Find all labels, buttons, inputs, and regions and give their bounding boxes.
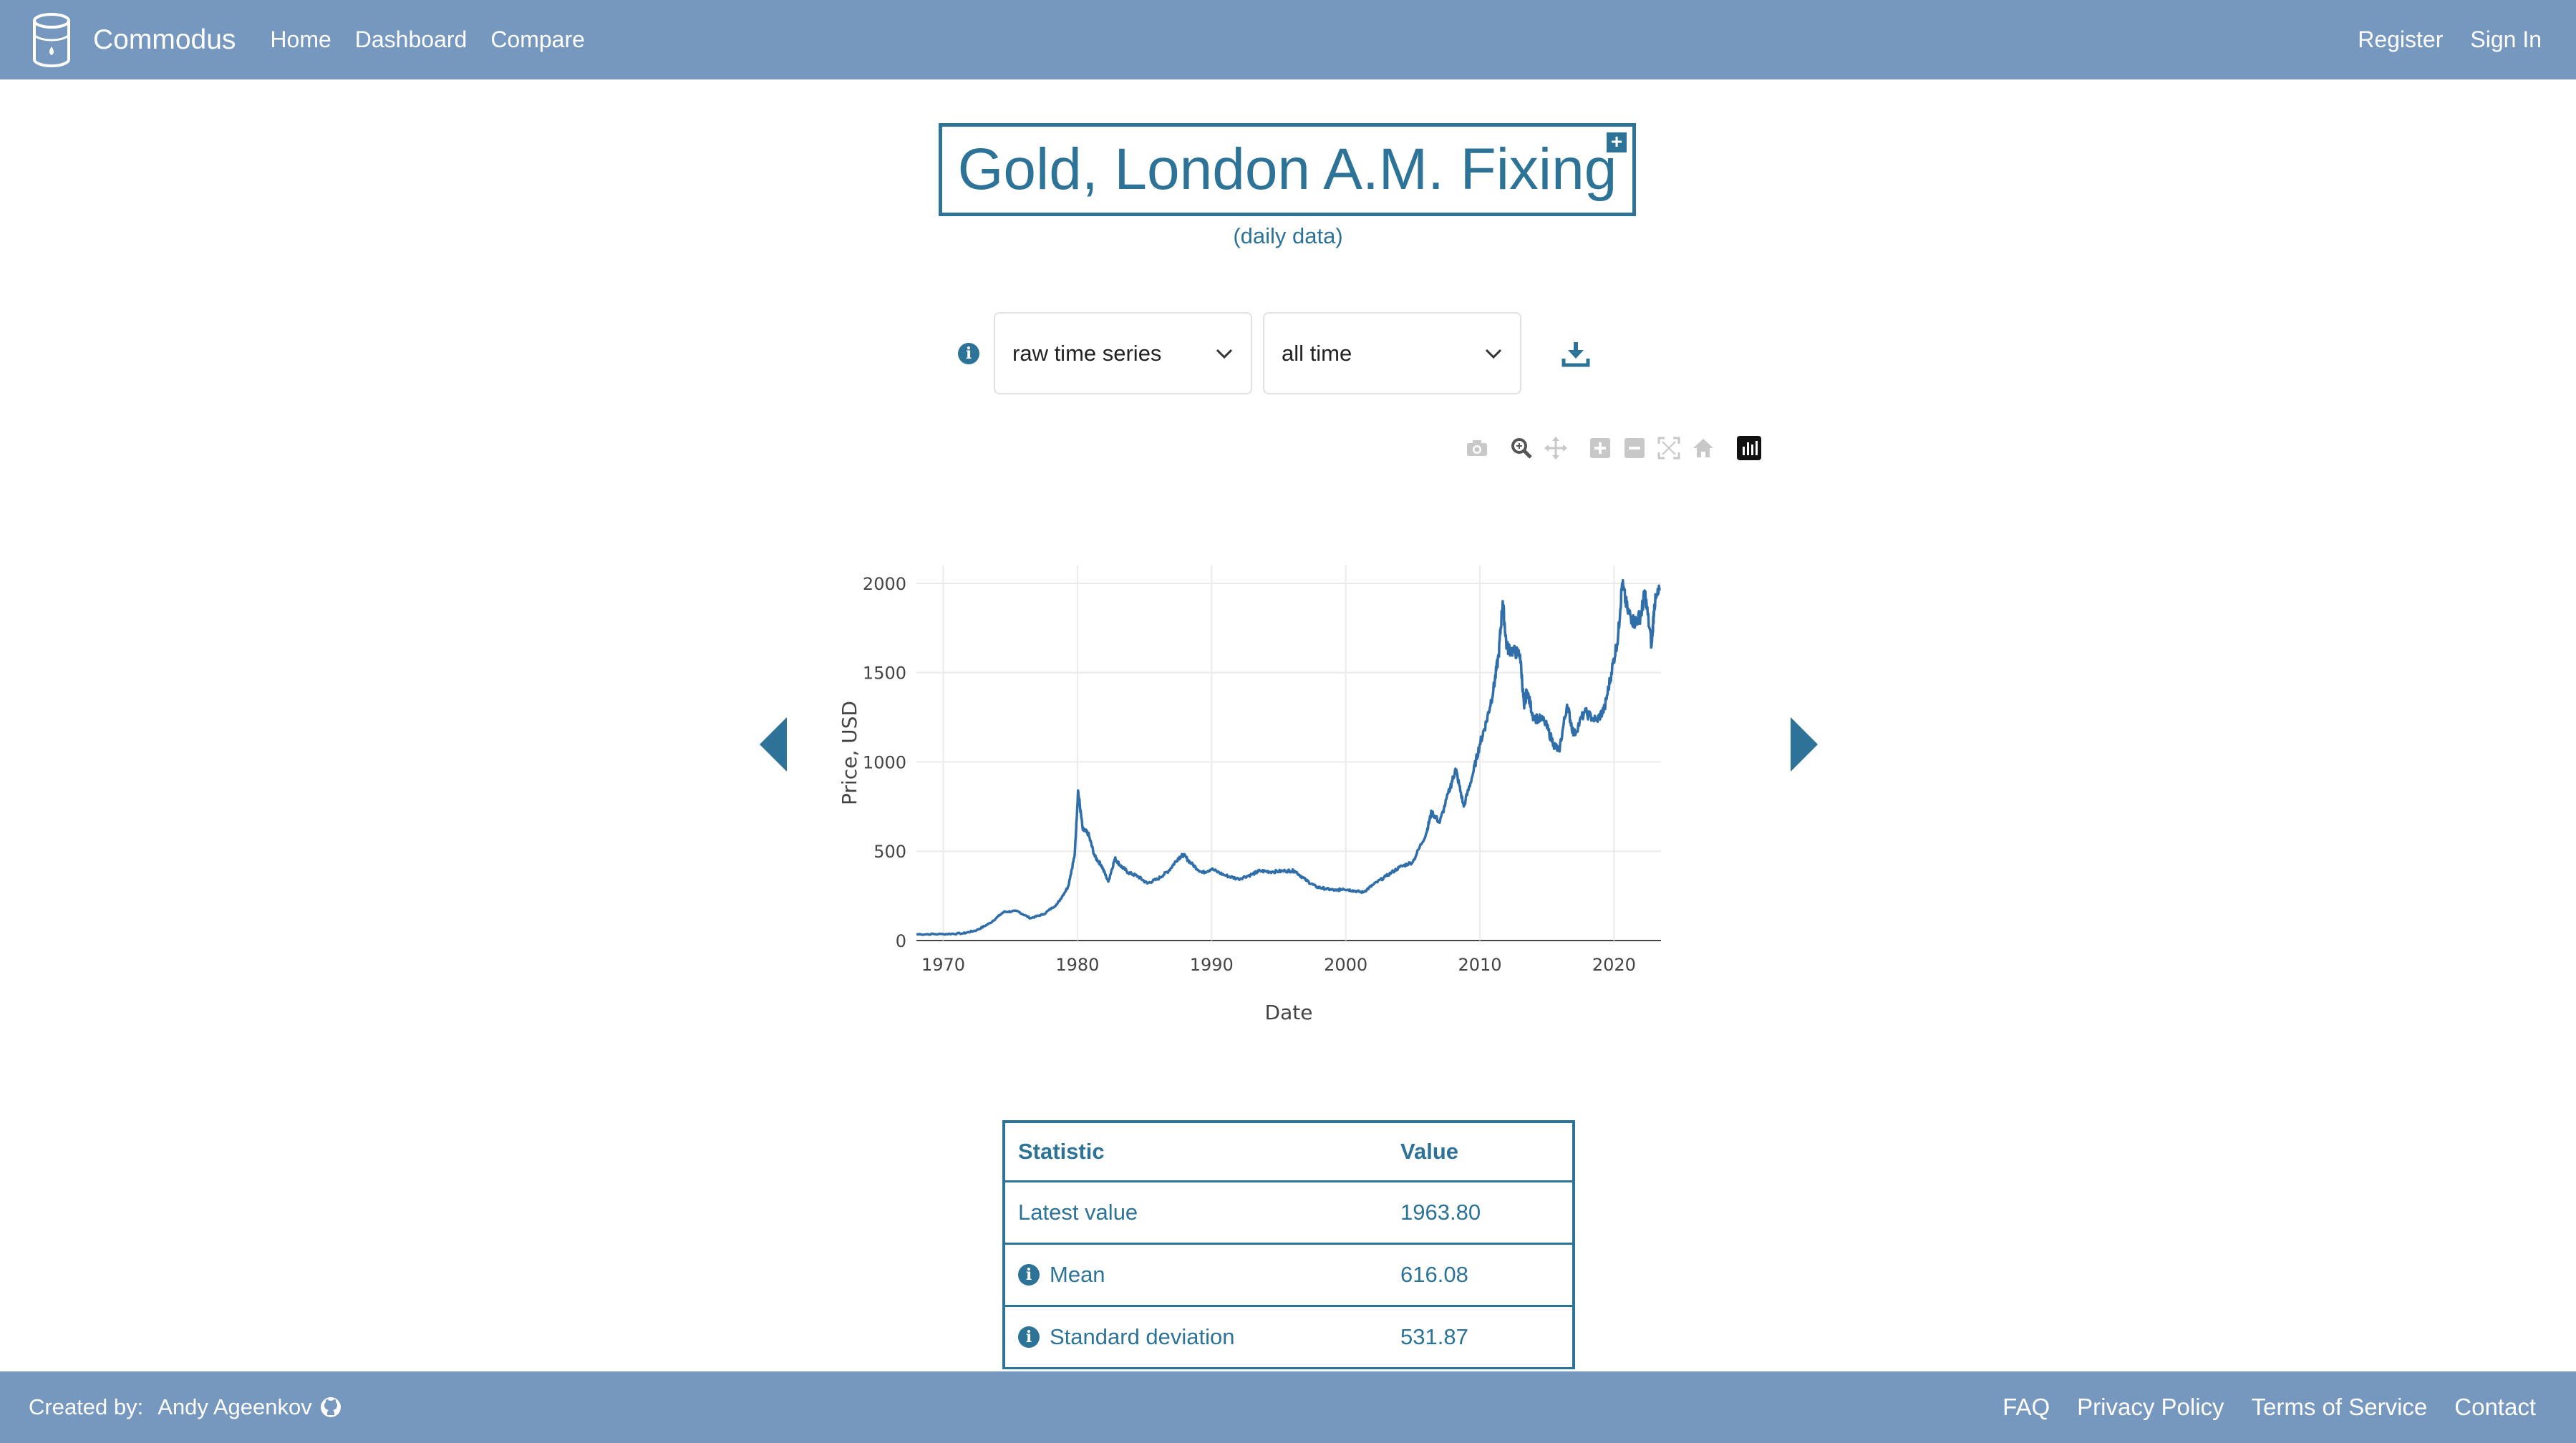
range-select[interactable]: all time (1263, 312, 1521, 394)
navbar: Commodus Home Dashboard Compare Register… (0, 0, 2576, 79)
previous-commodity-arrow[interactable] (757, 716, 790, 773)
y-tick-label: 1000 (863, 752, 906, 772)
autoscale-icon[interactable] (1656, 435, 1682, 461)
zoom-in-icon[interactable] (1587, 435, 1613, 461)
stat-value-latest: 1963.80 (1400, 1200, 1481, 1225)
stats-table: Statistic Value Latest value 1963.80 i M… (1002, 1120, 1575, 1369)
x-tick-label: 2020 (1592, 955, 1636, 975)
x-tick-label: 2010 (1458, 955, 1501, 975)
created-by-label: Created by: (29, 1394, 144, 1419)
contact-link[interactable]: Contact (2454, 1394, 2536, 1421)
stat-label-std: Standard deviation (1050, 1324, 1235, 1349)
transform-select[interactable]: raw time series (994, 312, 1252, 394)
range-select-value: all time (1282, 340, 1352, 366)
sign-in-link[interactable]: Sign In (2470, 26, 2542, 53)
register-link[interactable]: Register (2358, 26, 2443, 53)
brand-name: Commodus (93, 24, 236, 55)
chevron-down-icon (1216, 349, 1233, 359)
stats-header-row: Statistic Value (1005, 1123, 1572, 1182)
nav-dashboard-link[interactable]: Dashboard (355, 26, 468, 53)
faq-link[interactable]: FAQ (2003, 1394, 2050, 1421)
camera-icon[interactable] (1464, 435, 1490, 461)
zoom-out-icon[interactable] (1622, 435, 1647, 461)
table-row: i Standard deviation 531.87 (1005, 1307, 1572, 1369)
mean-info-icon[interactable]: i (1018, 1264, 1040, 1286)
y-tick-label: 1500 (863, 664, 906, 684)
y-axis-title: Price, USD (838, 701, 861, 805)
github-icon[interactable] (319, 1396, 342, 1419)
footer: Created by: Andy Ageenkov FAQ Privacy Po… (0, 1371, 2576, 1443)
table-row: Latest value 1963.80 (1005, 1182, 1572, 1245)
nav-compare-link[interactable]: Compare (490, 26, 585, 53)
std-info-icon[interactable]: i (1018, 1326, 1040, 1348)
statistic-column-header: Statistic (1018, 1139, 1105, 1164)
database-logo-icon (33, 12, 70, 67)
nav-auth: Register Sign In (2330, 0, 2542, 79)
plotly-logo-icon[interactable] (1736, 435, 1762, 461)
brand[interactable]: Commodus (32, 12, 236, 68)
pan-icon[interactable] (1543, 435, 1569, 461)
zoom-icon[interactable] (1509, 435, 1534, 461)
reset-axes-icon[interactable] (1690, 435, 1716, 461)
page-title-box: Gold, London A.M. Fixing + (939, 123, 1636, 216)
add-to-compare-button[interactable]: + (1607, 132, 1627, 152)
y-tick-label: 0 (896, 931, 906, 951)
download-icon[interactable] (1561, 340, 1590, 367)
terms-of-service-link[interactable]: Terms of Service (2252, 1394, 2428, 1421)
stat-value-std: 531.87 (1400, 1324, 1468, 1349)
chevron-down-icon (1485, 349, 1502, 359)
value-column-header: Value (1400, 1139, 1458, 1164)
author-link[interactable]: Andy Ageenkov (158, 1394, 311, 1420)
table-row: i Mean 616.08 (1005, 1245, 1572, 1307)
y-tick-label: 500 (873, 842, 906, 862)
nav-links: Home Dashboard Compare (270, 26, 609, 53)
stat-label-latest-value: Latest value (1018, 1200, 1138, 1225)
y-tick-label: 2000 (863, 574, 906, 594)
price-chart[interactable]: 0 500 1000 1500 2000 1970 1980 1990 2000 2010 2020… (823, 551, 1682, 1052)
nav-home-link[interactable]: Home (270, 26, 331, 53)
data-frequency-subtitle: (daily data) (1233, 223, 1343, 248)
x-tick-label: 1970 (921, 955, 965, 975)
stat-label-mean: Mean (1050, 1262, 1105, 1287)
next-commodity-arrow[interactable] (1788, 716, 1821, 773)
x-tick-label: 1980 (1055, 955, 1099, 975)
price-series-line (916, 578, 1661, 936)
privacy-policy-link[interactable]: Privacy Policy (2077, 1394, 2224, 1421)
x-tick-label: 1990 (1190, 955, 1234, 975)
page-title: Gold, London A.M. Fixing (957, 137, 1617, 202)
transform-info-icon[interactable]: i (958, 343, 979, 364)
transform-select-value: raw time series (1012, 340, 1162, 366)
x-tick-label: 2000 (1324, 955, 1367, 975)
stat-value-mean: 616.08 (1400, 1262, 1468, 1287)
x-axis-title: Date (1265, 1001, 1313, 1024)
